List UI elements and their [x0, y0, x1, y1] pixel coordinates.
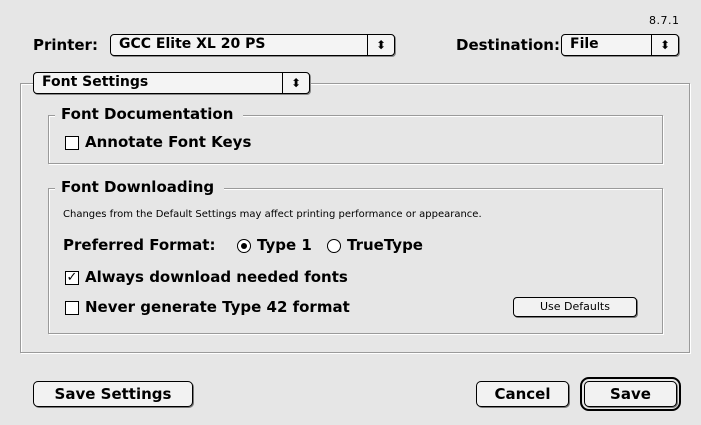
printer-label: Printer: — [33, 36, 98, 54]
save-settings-button[interactable]: Save Settings — [33, 381, 193, 407]
preferred-format-label: Preferred Format: — [63, 236, 216, 254]
destination-popup[interactable]: File ⬍ — [561, 34, 679, 56]
save-button[interactable]: Save — [580, 377, 681, 411]
cancel-button[interactable]: Cancel — [476, 381, 569, 407]
radio-selected-dot — [241, 243, 247, 249]
annotate-font-keys-checkbox[interactable] — [65, 136, 79, 150]
font-documentation-title: Font Documentation — [55, 105, 244, 123]
panel-popup[interactable]: Font Settings ⬍ — [33, 72, 310, 94]
destination-label: Destination: — [456, 36, 560, 54]
annotate-font-keys-label[interactable]: Annotate Font Keys — [85, 133, 251, 151]
truetype-radio[interactable] — [327, 239, 341, 253]
truetype-label[interactable]: TrueType — [347, 236, 423, 254]
type1-label[interactable]: Type 1 — [257, 236, 312, 254]
popup-arrows-icon: ⬍ — [367, 35, 394, 55]
font-downloading-title: Font Downloading — [55, 178, 225, 196]
checkmark-icon: ✓ — [66, 270, 78, 285]
printer-value: GCC Elite XL 20 PS — [119, 36, 266, 52]
printer-popup[interactable]: GCC Elite XL 20 PS ⬍ — [110, 34, 395, 56]
popup-arrows-icon: ⬍ — [651, 35, 678, 55]
always-download-checkbox[interactable]: ✓ — [65, 271, 79, 285]
never-type42-checkbox[interactable] — [65, 301, 79, 315]
type1-radio[interactable] — [237, 239, 251, 253]
always-download-label[interactable]: Always download needed fonts — [85, 268, 348, 286]
popup-arrows-icon: ⬍ — [282, 73, 309, 93]
version-label: 8.7.1 — [649, 14, 680, 27]
default-settings-note: Changes from the Default Settings may af… — [63, 209, 482, 220]
panel-popup-value: Font Settings — [42, 74, 149, 90]
destination-value: File — [570, 36, 599, 52]
never-type42-label[interactable]: Never generate Type 42 format — [85, 298, 350, 316]
use-defaults-button[interactable]: Use Defaults — [513, 297, 637, 317]
